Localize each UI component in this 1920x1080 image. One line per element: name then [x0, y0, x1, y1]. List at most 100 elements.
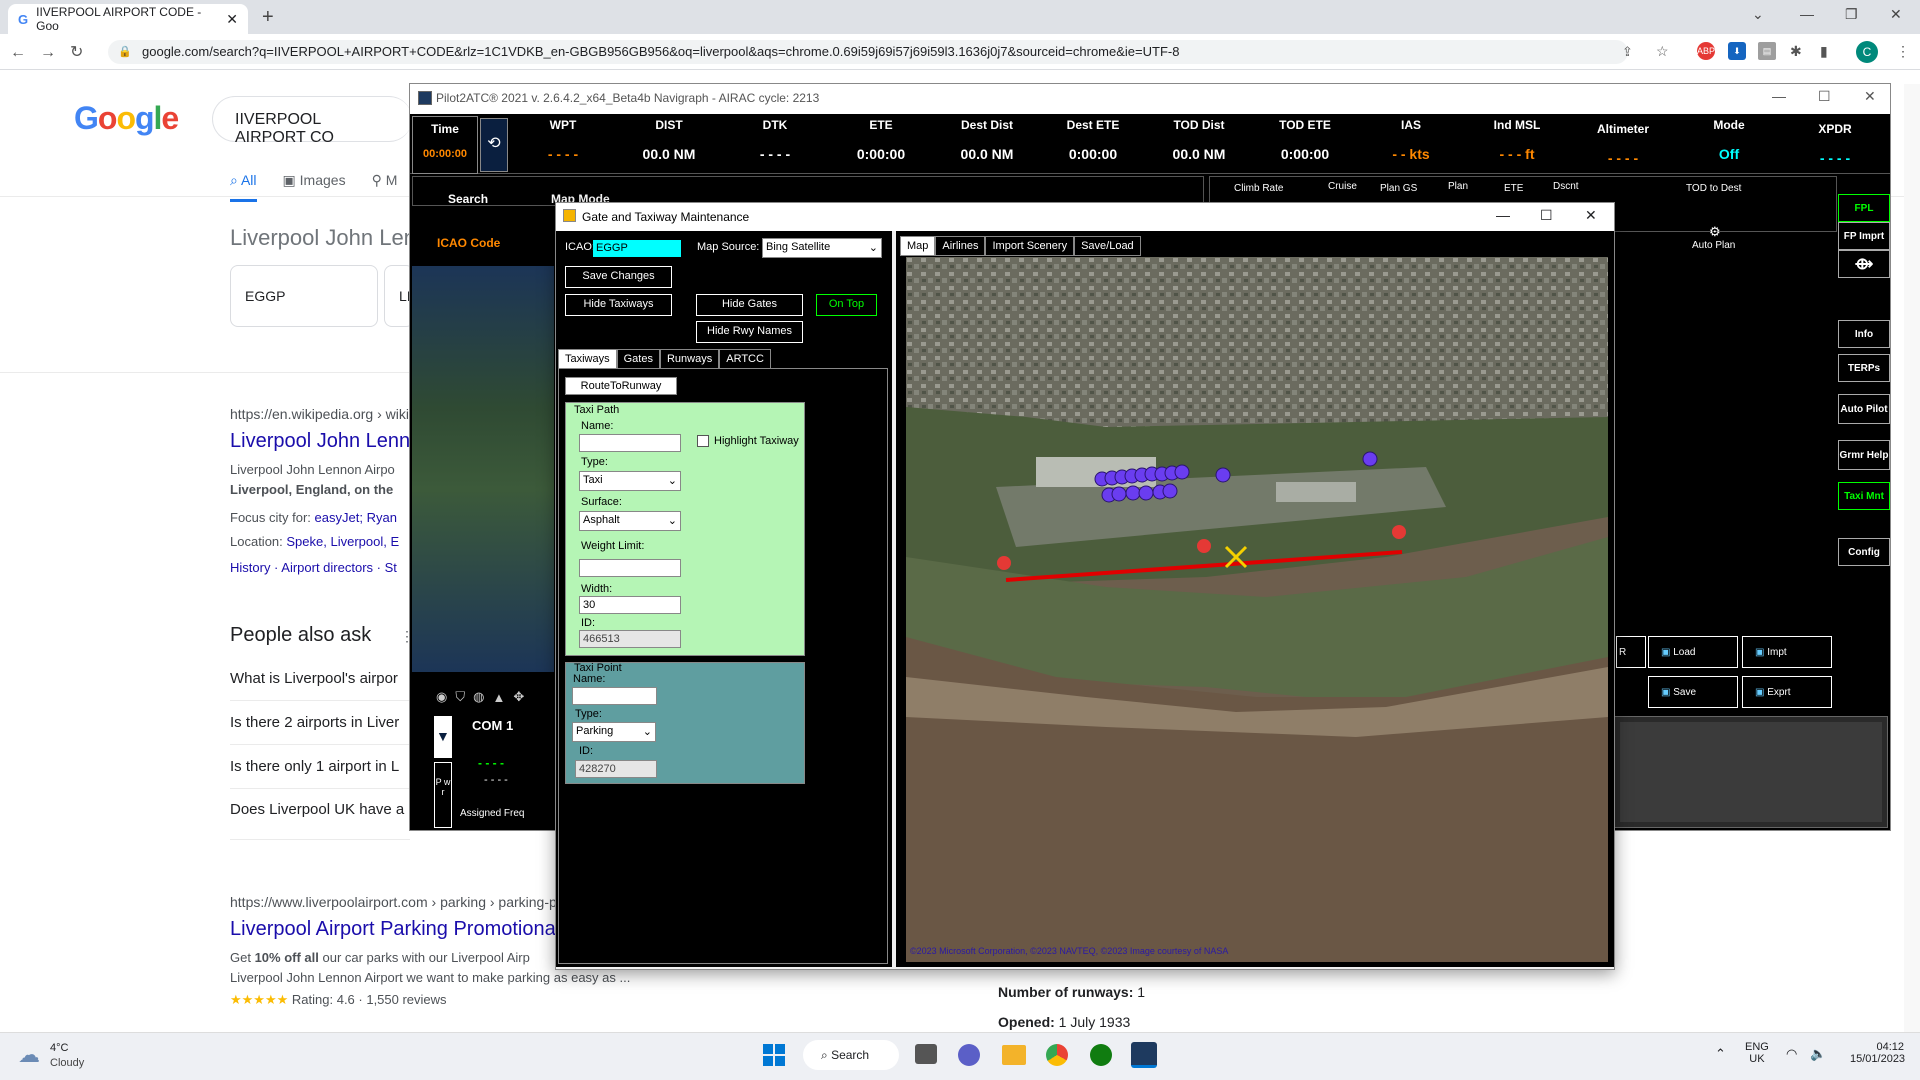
col-mode-value[interactable]: Off [1686, 146, 1772, 162]
pilot2atc-taskbar-icon[interactable] [1131, 1042, 1157, 1068]
back-icon[interactable]: ← [10, 44, 40, 61]
config-button[interactable]: Config [1838, 538, 1890, 566]
taskbar-search[interactable]: ⌕ Search [803, 1040, 899, 1070]
volume-icon[interactable]: 🔈 [1810, 1046, 1826, 1062]
surface-select[interactable]: Asphalt ⌄ [579, 511, 681, 531]
r-button[interactable]: R [1616, 636, 1646, 668]
download-ext-icon[interactable]: ⬇ [1728, 42, 1746, 60]
terps-button[interactable]: TERPs [1838, 354, 1890, 382]
extensions-icon[interactable]: ✱ [1790, 43, 1802, 60]
save-button[interactable]: ▣ Save [1648, 676, 1738, 708]
paa-question[interactable]: Is there 2 airports in Liver [230, 714, 399, 731]
hide-taxiways-button[interactable]: Hide Taxiways [565, 294, 672, 316]
chat-icon[interactable] [958, 1044, 980, 1066]
paa-question[interactable]: Does Liverpool UK have a [230, 801, 404, 818]
taxi-point-name-input[interactable] [572, 687, 657, 705]
forward-icon[interactable]: → [40, 44, 70, 61]
search-label[interactable]: Search [448, 192, 488, 206]
paa-question[interactable]: What is Liverpool's airpor [230, 670, 398, 687]
tab-save-load[interactable]: Save/Load [1074, 236, 1141, 256]
taxi-point-type-select[interactable]: Parking ⌄ [572, 722, 656, 742]
reset-icon[interactable]: ⟲ [480, 118, 508, 172]
new-tab-icon[interactable]: + [262, 6, 274, 29]
restore-icon[interactable]: ❐ [1845, 6, 1858, 23]
browser-tab[interactable]: G IIVERPOOL AIRPORT CODE - Goo ✕ [8, 4, 248, 34]
hide-gates-button[interactable]: Hide Gates [696, 294, 803, 316]
runway-end-marker-icon[interactable] [997, 556, 1011, 570]
import-button[interactable]: ▣ Impt [1742, 636, 1832, 668]
sitelinks[interactable]: History · Airport directors · St [230, 558, 397, 578]
mountain-icon[interactable]: ▲ [492, 690, 505, 705]
tab-taxiways[interactable]: Taxiways [558, 349, 617, 369]
tab-images[interactable]: ▣ Images [283, 172, 346, 202]
taxi-mnt-button[interactable]: Taxi Mnt [1838, 482, 1890, 510]
adblock-icon[interactable]: ABP [1697, 42, 1715, 60]
icao-code-label[interactable]: ICAO Code [437, 236, 500, 250]
zoom-icon[interactable]: ◉ [436, 689, 447, 705]
taxi-point-marker-icon[interactable] [1197, 539, 1211, 553]
weather-desc[interactable]: Cloudy [50, 1057, 84, 1069]
scrollbar[interactable] [1904, 84, 1920, 1032]
tab-artcc[interactable]: ARTCC [719, 349, 771, 369]
bookmark-star-icon[interactable]: ☆ [1656, 43, 1669, 60]
pwr-button[interactable]: P w r [434, 762, 452, 828]
lock-icon[interactable]: 🔒 [118, 45, 132, 58]
close-icon[interactable]: ✕ [1585, 207, 1597, 224]
close-window-icon[interactable]: ✕ [1890, 6, 1902, 23]
direct-to-icon[interactable]: ⟴ [1838, 250, 1890, 278]
chevron-up-icon[interactable]: ⌃ [1715, 1046, 1726, 1062]
icao-input[interactable]: EGGP [593, 240, 681, 257]
minimize-icon[interactable]: — [1800, 6, 1814, 22]
nav-buttons[interactable]: ←→↻ [10, 42, 97, 62]
address-bar[interactable]: google.com/search?q=IIVERPOOL+AIRPORT+CO… [108, 40, 1628, 64]
language-indicator[interactable]: ENG UK [1745, 1041, 1769, 1065]
tab-runways[interactable]: Runways [659, 349, 720, 369]
side-panel-icon[interactable]: ▮ [1820, 43, 1828, 60]
taxi-path-name-input[interactable] [579, 434, 681, 452]
load-button[interactable]: ▣ Load [1648, 636, 1738, 668]
autopilot-button[interactable]: Auto Pilot [1838, 394, 1890, 424]
maximize-icon[interactable]: ☐ [1540, 207, 1553, 224]
search-input[interactable]: IIVERPOOL AIRPORT CO [212, 96, 412, 146]
grmr-help-button[interactable]: Grmr Help [1838, 440, 1890, 470]
profile-avatar[interactable]: C [1856, 41, 1878, 63]
fpl-button[interactable]: FPL [1838, 194, 1890, 222]
shield-icon[interactable]: ⛉ [455, 689, 465, 705]
width-input[interactable]: 30 [579, 596, 681, 614]
taxi-type-select[interactable]: Taxi ⌄ [579, 471, 681, 491]
tab-import-scenery[interactable]: Import Scenery [985, 236, 1075, 256]
weather-temp[interactable]: 4°C [50, 1042, 68, 1054]
clock[interactable]: 04:12 15/01/2023 [1850, 1041, 1905, 1065]
tab-maps[interactable]: ⚲ M [372, 172, 398, 202]
page-ext-icon[interactable]: ▤ [1758, 42, 1776, 60]
wifi-icon[interactable]: ◠ [1786, 1046, 1797, 1062]
tab-all[interactable]: ⌕ All [230, 172, 257, 202]
minimize-icon[interactable]: — [1772, 88, 1786, 104]
minimize-icon[interactable]: — [1496, 207, 1510, 223]
close-icon[interactable]: ✕ [1864, 88, 1876, 105]
weight-limit-input[interactable] [579, 559, 681, 577]
result-title-link[interactable]: Liverpool John Lenn [230, 430, 410, 453]
globe-icon[interactable]: ◍ [473, 689, 484, 705]
reload-icon[interactable]: ↻ [70, 44, 97, 61]
route-to-runway-button[interactable]: RouteToRunway [565, 377, 677, 395]
file-explorer-icon[interactable] [1002, 1045, 1026, 1065]
runway-end-marker-icon[interactable] [1392, 525, 1406, 539]
task-view-icon[interactable] [915, 1044, 937, 1064]
tab-gates[interactable]: Gates [616, 349, 660, 369]
result-title-link[interactable]: Liverpool Airport Parking Promotiona [230, 918, 556, 941]
chevron-down-icon[interactable]: ▼ [436, 728, 450, 744]
tab-airlines[interactable]: Airlines [935, 236, 986, 256]
tab-map[interactable]: Map [900, 236, 936, 256]
share-icon[interactable]: ⇪ [1622, 44, 1633, 60]
tab-search-icon[interactable]: ⌄ [1752, 6, 1764, 23]
maximize-icon[interactable]: ☐ [1818, 88, 1831, 105]
google-logo[interactable]: Google [74, 100, 179, 137]
auto-plan-button[interactable]: Auto Plan [1692, 240, 1735, 251]
chrome-icon[interactable] [1046, 1044, 1068, 1066]
cloud-icon[interactable]: ☁ [18, 1042, 40, 1068]
on-top-button[interactable]: On Top [816, 294, 877, 316]
satellite-map[interactable] [906, 257, 1608, 962]
xbox-icon[interactable] [1090, 1044, 1112, 1066]
start-icon[interactable] [763, 1044, 785, 1066]
